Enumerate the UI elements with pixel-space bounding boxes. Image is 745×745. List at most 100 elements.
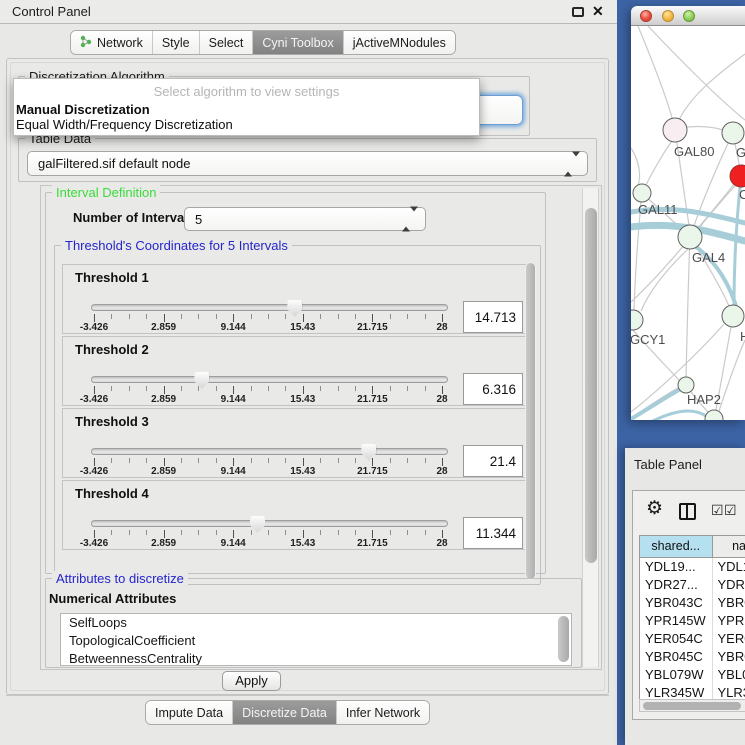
network-node[interactable] [663,118,687,142]
slider-tick-label: 2.859 [151,538,176,549]
table-row[interactable]: YDR27...YDR27... [640,576,745,594]
minimize-traffic-light-icon[interactable] [662,10,674,22]
table-cell[interactable]: YBR045C [713,648,745,666]
checkbox-icon[interactable]: ☑ [724,502,737,519]
control-panel-titlebar[interactable]: Control Panel ✕ [0,0,617,24]
table-row[interactable]: YDL19...YDL19... [640,558,745,576]
tab-select[interactable]: Select [199,31,253,54]
tab-discretize-data[interactable]: Discretize Data [232,701,336,724]
slider-tick-label: 15.43 [290,322,315,333]
slider-tick [268,458,269,463]
threshold-slider[interactable]: -3.4262.8599.14415.4321.71528 [91,296,448,334]
table-cell[interactable]: YPR145W [713,612,745,630]
network-node[interactable] [678,225,702,249]
threshold-slider[interactable]: -3.4262.8599.14415.4321.71528 [91,368,448,406]
table-cell[interactable]: YPR145W [640,612,713,630]
dropdown-option-equal-width-frequency[interactable]: Equal Width/Frequency Discretization [14,117,479,132]
network-window-titlebar[interactable] [631,6,745,26]
numerical-attributes-list[interactable]: SelfLoopsTopologicalCoefficientBetweenne… [60,613,572,666]
table-row[interactable]: YBR045CYBR045C [640,648,745,666]
threshold-value-field[interactable]: 14.713 [463,301,523,333]
threshold-slider[interactable]: -3.4262.8599.14415.4321.71528 [91,512,448,550]
settings-scrollbar-thumb[interactable] [585,208,597,563]
split-columns-icon[interactable] [679,503,696,520]
table-cell[interactable]: YDR27... [640,576,713,594]
threshold-value-field[interactable]: 11.344 [463,517,523,549]
slider-tick [425,386,426,391]
attribute-list-item[interactable]: TopologicalCoefficient [61,632,571,650]
table-cell[interactable]: YDL19... [713,558,745,576]
dropdown-option-manual-discretization[interactable]: Manual Discretization [14,102,479,117]
network-node[interactable] [722,305,744,327]
combo-spinner-icon[interactable] [402,212,418,227]
table-hscrollbar-thumb[interactable] [643,702,741,710]
threshold-value-field[interactable]: 6.316 [463,373,523,405]
column-header-shared-name[interactable]: shared... [640,536,713,557]
slider-track[interactable] [91,448,448,455]
slider-track[interactable] [91,376,448,383]
slider-tick-label: 28 [436,466,447,477]
zoom-traffic-light-icon[interactable] [683,10,695,22]
attribute-list-item[interactable]: BetweennessCentrality [61,650,571,666]
table-cell[interactable]: YER054C [640,630,713,648]
network-node[interactable] [730,165,745,187]
slider-tick [372,314,373,322]
tab-label: Select [209,36,244,50]
table-cell[interactable]: YBR043C [640,594,713,612]
number-of-intervals-combobox[interactable]: 5 [184,207,426,231]
network-canvas[interactable]: GAL80GACGAL11GAL4GCY1HHAP2 [631,26,745,420]
network-node[interactable] [722,122,744,144]
tab-style[interactable]: Style [152,31,199,54]
slider-track[interactable] [91,520,448,527]
network-node[interactable] [631,310,643,330]
table-cell[interactable]: YDL19... [640,558,713,576]
slider-tick [251,458,252,463]
thresholds-scrollbar-track[interactable] [525,262,536,580]
table-row[interactable]: YBL079WYBL079W [640,666,745,684]
tab-infer-network[interactable]: Infer Network [336,701,429,724]
tab-network[interactable]: Network [71,31,152,54]
slider-tick [181,530,182,535]
control-panel-title: Control Panel [12,4,91,19]
attribute-list-item[interactable]: SelfLoops [61,614,571,632]
network-node-label: GAL11 [638,202,678,217]
tab-jactivemnodules[interactable]: jActiveMNodules [343,31,455,54]
threshold-row-4: Threshold 4 -3.4262.8599.14415.4321.7152… [62,480,528,550]
float-window-icon[interactable] [572,7,584,17]
gear-icon[interactable]: ⚙ [646,499,663,518]
apply-button[interactable]: Apply [222,671,281,691]
threshold-value-field[interactable]: 21.4 [463,445,523,477]
number-of-intervals-label: Number of Intervals [73,210,195,225]
slider-tick [390,314,391,319]
slider-tick [216,386,217,391]
column-header-name[interactable]: name [713,536,745,557]
close-traffic-light-icon[interactable] [640,10,652,22]
thresholds-scrollbar-thumb[interactable] [526,263,535,579]
table-data-combobox[interactable]: galFiltered.sif default node [27,151,588,176]
tab-impute-data[interactable]: Impute Data [146,701,232,724]
table-cell[interactable]: YBR043C [713,594,745,612]
table-row[interactable]: YER054CYER054C [640,630,745,648]
checkbox-icon[interactable]: ☑ [711,502,724,519]
attributes-scrollbar-thumb[interactable] [558,616,569,662]
close-icon[interactable]: ✕ [592,3,604,20]
slider-tick-label: 21.715 [357,322,388,333]
settings-scrollbar-track[interactable] [582,188,599,667]
table-row[interactable]: YPR145WYPR145W [640,612,745,630]
network-node[interactable] [678,377,694,393]
slider-tick [111,458,112,463]
tab-cyni-toolbox[interactable]: Cyni Toolbox [252,31,342,54]
table-cell[interactable]: YBR045C [640,648,713,666]
table-row[interactable]: YBR043CYBR043C [640,594,745,612]
table-cell[interactable]: YER054C [713,630,745,648]
slider-track[interactable] [91,304,448,311]
slider-tick-label: 15.43 [290,394,315,405]
table-cell[interactable]: YDR27... [713,576,745,594]
table-cell[interactable]: YBL079W [640,666,713,684]
table-hscrollbar-track[interactable] [639,699,745,712]
combo-spinner-icon[interactable] [564,156,580,171]
threshold-slider[interactable]: -3.4262.8599.14415.4321.71528 [91,440,448,478]
table-cell[interactable]: YBL079W [713,666,745,684]
network-node[interactable] [633,184,651,202]
slider-tick [233,314,234,322]
